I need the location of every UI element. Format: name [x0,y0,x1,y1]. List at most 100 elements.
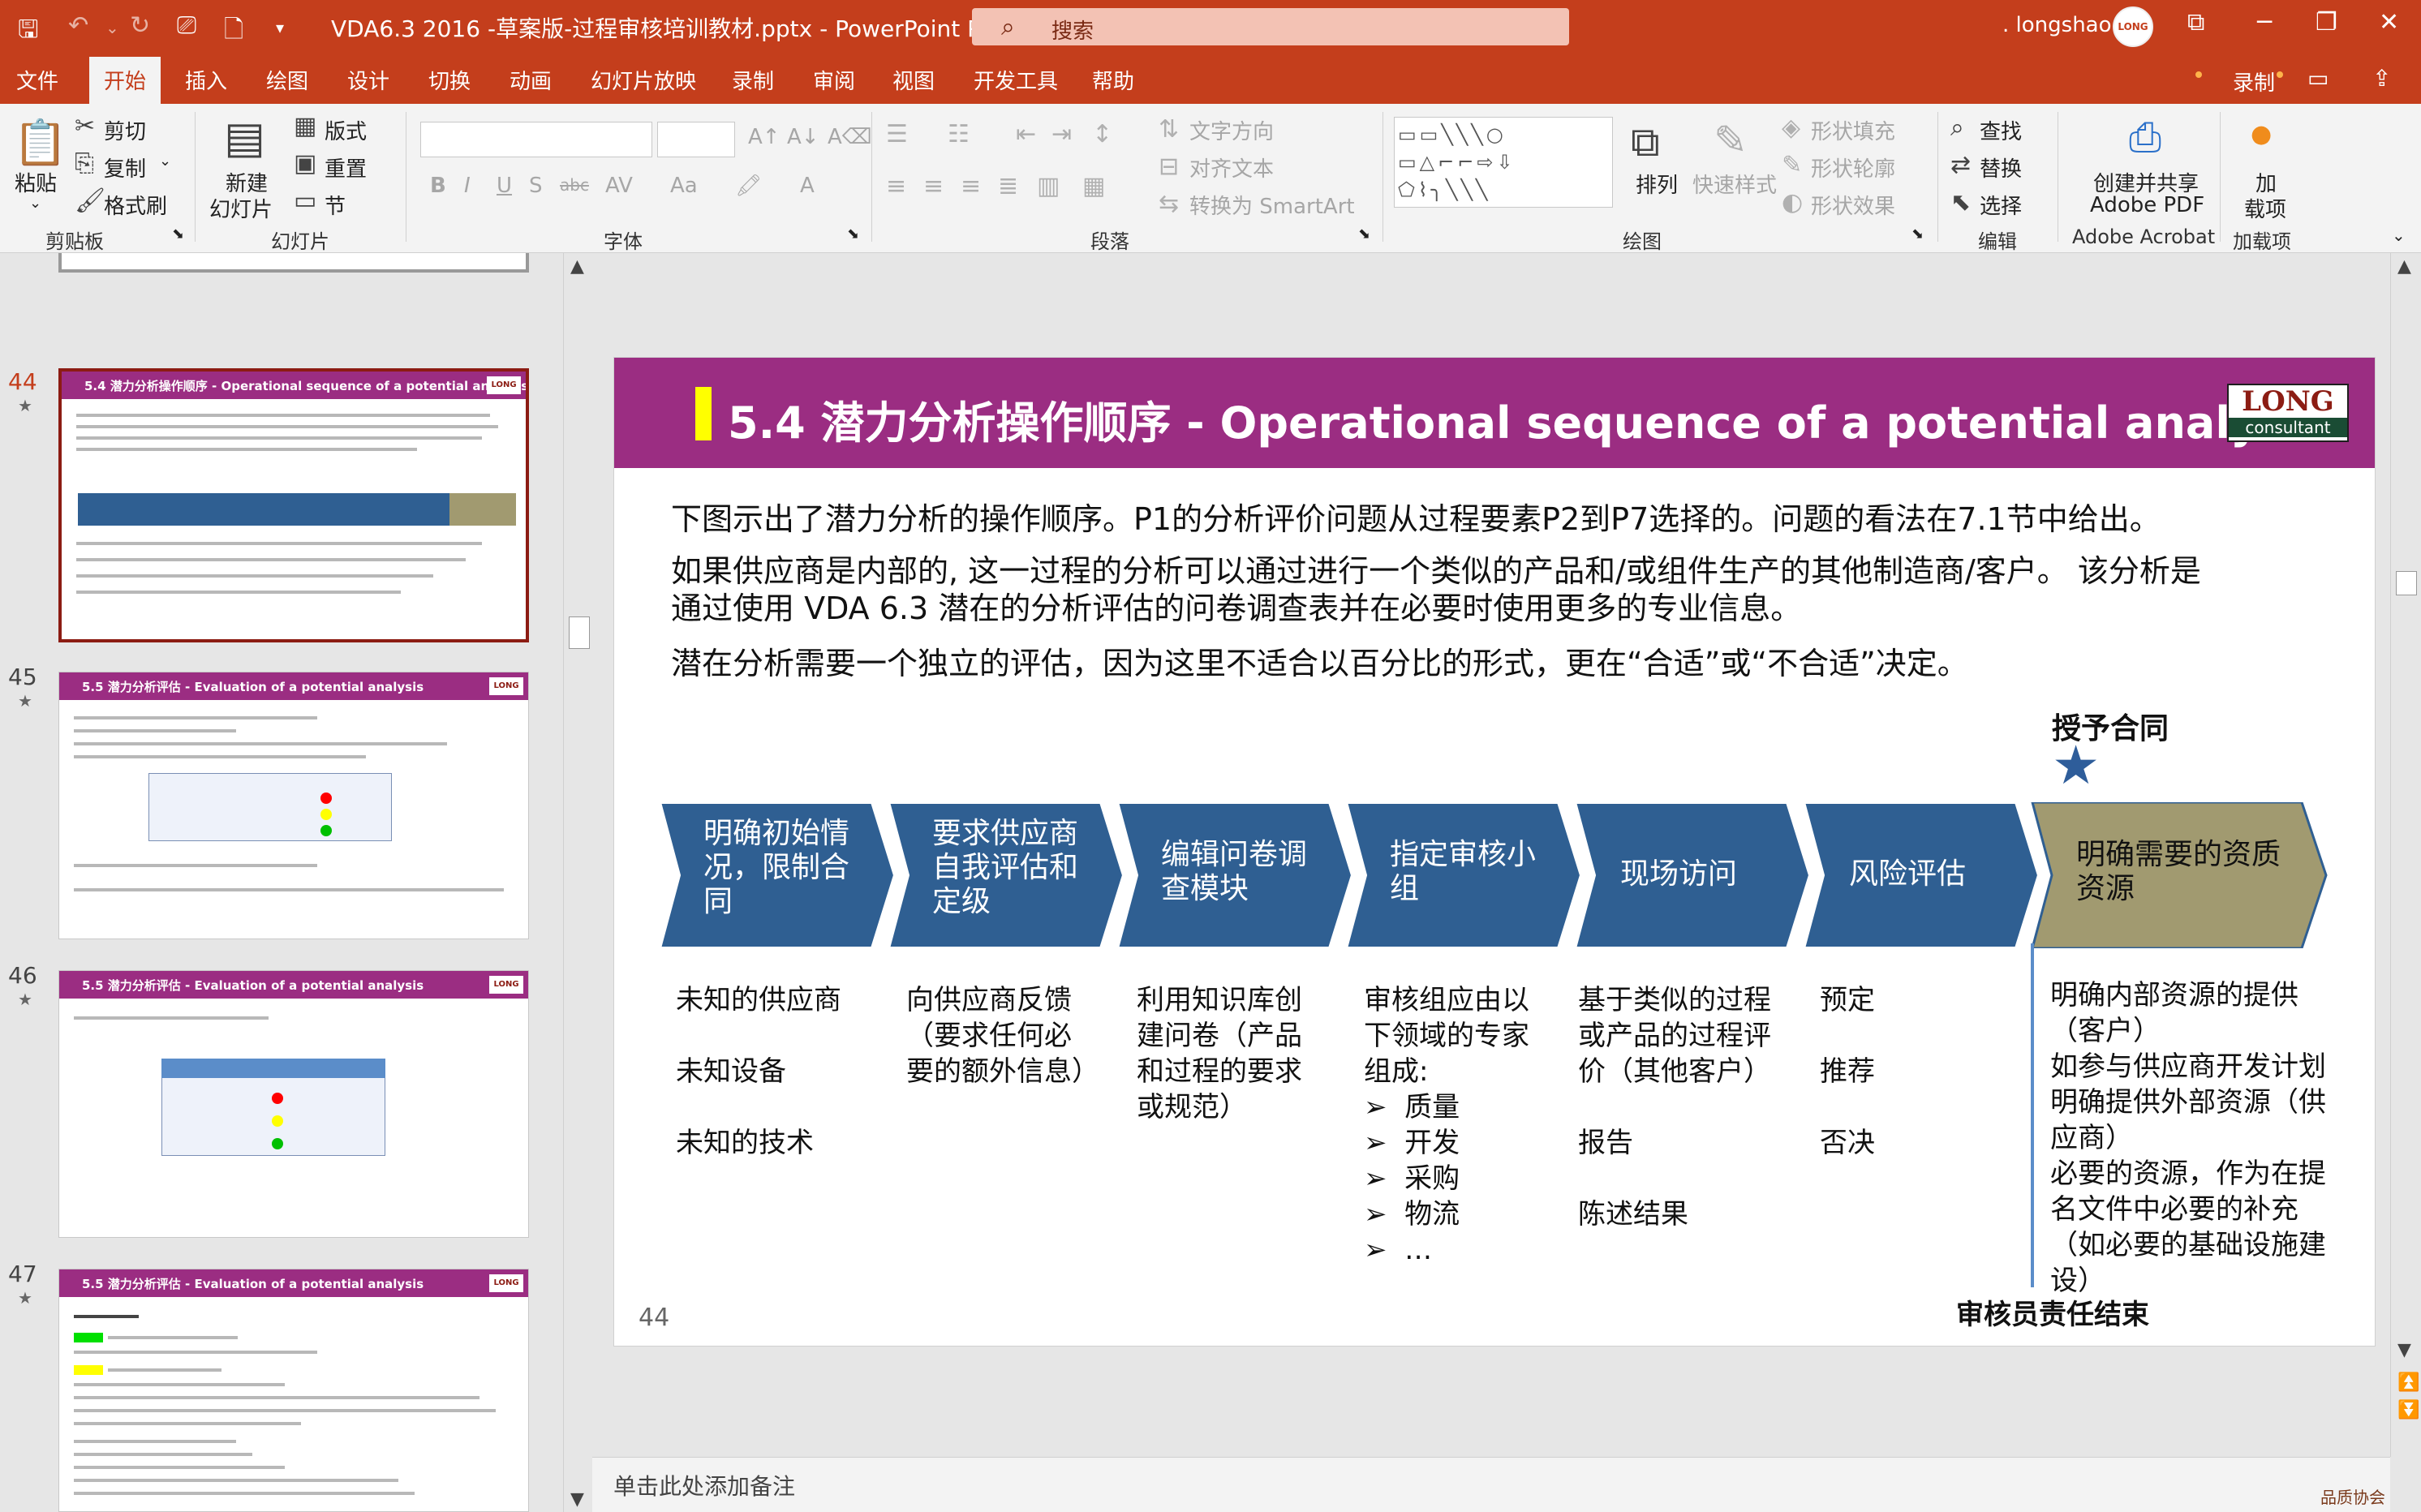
scroll-up-icon[interactable]: ▲ [570,256,584,277]
addins-icon[interactable]: ● [2251,120,2272,148]
tab-view[interactable]: 视图 [892,65,935,95]
close-icon[interactable]: ✕ [2379,8,2399,37]
addins-button-line2[interactable]: 载项 [2244,193,2286,223]
layout-button[interactable]: 版式 [325,115,367,145]
customize-qat-icon[interactable]: ▾ [276,18,284,37]
align-left-icon[interactable]: ≡ [886,172,906,200]
copy-dropdown-icon[interactable]: ⌄ [159,152,171,170]
find-button[interactable]: 查找 [1980,115,2022,145]
internal-supplier-paragraph-line2[interactable]: 通过使用 VDA 6.3 潜在的分析评估的问卷调查表并在必要时使用更多的专业信息… [671,590,1801,627]
bold-icon[interactable]: B [430,174,446,198]
tab-design[interactable]: 设计 [347,65,389,95]
line-spacing-icon[interactable]: ↕ [1092,120,1112,148]
shapes-gallery[interactable]: ▭▭╲╲╲○ ▭△⌐⌐⇨⇩ ⬠⌇╮╲╲╲ [1394,117,1613,208]
columns-icon[interactable]: ▥ [1037,172,1060,200]
undo-dropdown-icon[interactable]: ⌄ [105,18,119,37]
tab-developer[interactable]: 开发工具 [974,65,1058,95]
font-color-icon[interactable]: A [800,174,815,198]
new-slide-icon[interactable]: ▤ [224,112,265,163]
new-file-icon[interactable]: 🗋 [224,11,243,53]
current-slide[interactable]: 5.4 潜力分析操作顺序 - Operational sequence of a… [613,357,2376,1347]
font-launcher-icon[interactable]: ⬊ [847,226,859,243]
quick-styles-button[interactable]: 快速样式 [1692,169,1777,199]
record-button[interactable]: 录制 [2233,67,2275,97]
scrollbar-thumb[interactable] [569,616,590,649]
tab-review[interactable]: 审阅 [813,65,855,95]
comment-icon[interactable]: ▭ [2307,65,2329,92]
next-slide-icon[interactable]: ⏬ [2397,1400,2419,1420]
minimize-icon[interactable]: ─ [2257,8,2272,37]
increase-indent-icon[interactable]: ⇥ [1051,120,1072,148]
shape-effects-button[interactable]: 形状效果 [1811,190,1895,220]
arrange-icon[interactable]: ⧉ [1631,118,1660,166]
intro-paragraph[interactable]: 下图示出了潜力分析的操作顺序。P1的分析评价问题从过程要素P2到P7选择的。问题… [671,500,2161,538]
scroll-down-icon[interactable]: ▼ [2397,1340,2411,1360]
scrollbar-thumb[interactable] [2396,571,2417,595]
shape-outline-button[interactable]: 形状轮廓 [1811,152,1895,183]
collapse-ribbon-icon[interactable]: ⌄ [2392,226,2406,245]
table-align-icon[interactable]: ▦ [1082,172,1105,200]
tab-home[interactable]: 开始 [89,57,161,104]
shrink-font-icon[interactable]: A↓ [787,125,819,149]
user-name[interactable]: . longshao [2002,13,2112,37]
tab-file[interactable]: 文件 [16,65,58,95]
shape-fill-button[interactable]: 形状填充 [1811,115,1895,145]
select-button[interactable]: 选择 [1980,190,2022,220]
scroll-down-icon[interactable]: ▼ [570,1489,584,1510]
italic-icon[interactable]: I [464,174,471,198]
search-box[interactable]: ⌕ 搜索 [972,8,1569,45]
slide-thumbnail-44[interactable]: 5.4 潜力分析操作顺序 - Operational sequence of a… [58,368,529,642]
tab-insert[interactable]: 插入 [185,65,227,95]
thumbnails-scrollbar[interactable]: ▲ ▼ [563,253,592,1512]
grow-font-icon[interactable]: A↑ [748,125,780,149]
quick-styles-icon[interactable]: ✎ [1714,117,1748,164]
highlight-icon[interactable]: 🖍 [735,174,762,198]
underline-icon[interactable]: U [497,174,512,198]
new-slide-button-line2[interactable]: 幻灯片 [209,193,273,223]
slide-thumbnail-46[interactable]: 5.5 潜力分析评估 - Evaluation of a potential a… [58,970,529,1238]
restore-icon[interactable]: ❐ [2316,8,2337,37]
tab-draw[interactable]: 绘图 [266,65,308,95]
previous-slide-icon[interactable]: ⏫ [2397,1372,2419,1393]
convert-smartart-button[interactable]: 转换为 SmartArt [1189,190,1355,220]
slide-thumbnail-43[interactable] [58,253,529,273]
shadow-icon[interactable]: S [529,174,543,198]
tab-transitions[interactable]: 切换 [428,65,471,95]
align-right-icon[interactable]: ≡ [961,172,981,200]
arrange-button[interactable]: 排列 [1636,169,1678,199]
avatar[interactable]: LONG [2113,6,2153,47]
paste-button[interactable]: 粘贴 [15,167,57,197]
redo-icon[interactable]: ↻ [130,11,150,40]
align-text-button[interactable]: 对齐文本 [1189,152,1274,183]
slide-title[interactable]: 5.4 潜力分析操作顺序 - Operational sequence of a… [728,387,2326,451]
undo-icon[interactable]: ↶ [68,11,88,40]
strikethrough-icon[interactable]: abc [560,175,589,195]
notes-pane[interactable]: 单击此处添加备注 [592,1457,2390,1512]
font-size-input[interactable] [657,122,735,157]
reset-button[interactable]: 重置 [325,152,367,183]
create-pdf-icon[interactable]: ⎙ [2129,114,2161,161]
notes-placeholder[interactable]: 单击此处添加备注 [613,1469,795,1501]
clipboard-launcher-icon[interactable]: ⬊ [172,226,184,243]
share-icon[interactable]: ⇪ [2372,65,2391,92]
tab-help[interactable]: 帮助 [1092,65,1134,95]
scroll-up-icon[interactable]: ▲ [2397,256,2411,277]
ribbon-display-icon[interactable]: ⧉ [2187,8,2204,37]
slide-scrollbar[interactable]: ▲ ▼ ⏫ ⏬ [2390,253,2421,1457]
align-center-icon[interactable]: ≡ [923,172,944,200]
decrease-indent-icon[interactable]: ⇤ [1016,120,1036,148]
text-direction-button[interactable]: 文字方向 [1189,115,1274,145]
slide-thumbnail-47[interactable]: 5.5 潜力分析评估 - Evaluation of a potential a… [58,1269,529,1512]
internal-supplier-paragraph-line1[interactable]: 如果供应商是内部的, 这一过程的分析可以通过进行一个类似的产品和/或组件生产的其… [671,552,2201,590]
slide-thumbnail-45[interactable]: 5.5 潜力分析评估 - Evaluation of a potential a… [58,672,529,939]
paragraph-launcher-icon[interactable]: ⬊ [1358,226,1370,243]
paste-dropdown-icon[interactable]: ⌄ [29,195,41,212]
numbering-icon[interactable]: ☷ [948,120,970,148]
replace-button[interactable]: 替换 [1980,152,2022,183]
tab-slideshow[interactable]: 幻灯片放映 [591,65,696,95]
clear-format-icon[interactable]: A⌫ [828,125,872,149]
drawing-launcher-icon[interactable]: ⬊ [1911,226,1924,243]
copy-button[interactable]: 复制 [104,152,146,183]
presenter-icon[interactable]: ⎚ [177,11,196,40]
font-name-input[interactable] [420,122,652,157]
